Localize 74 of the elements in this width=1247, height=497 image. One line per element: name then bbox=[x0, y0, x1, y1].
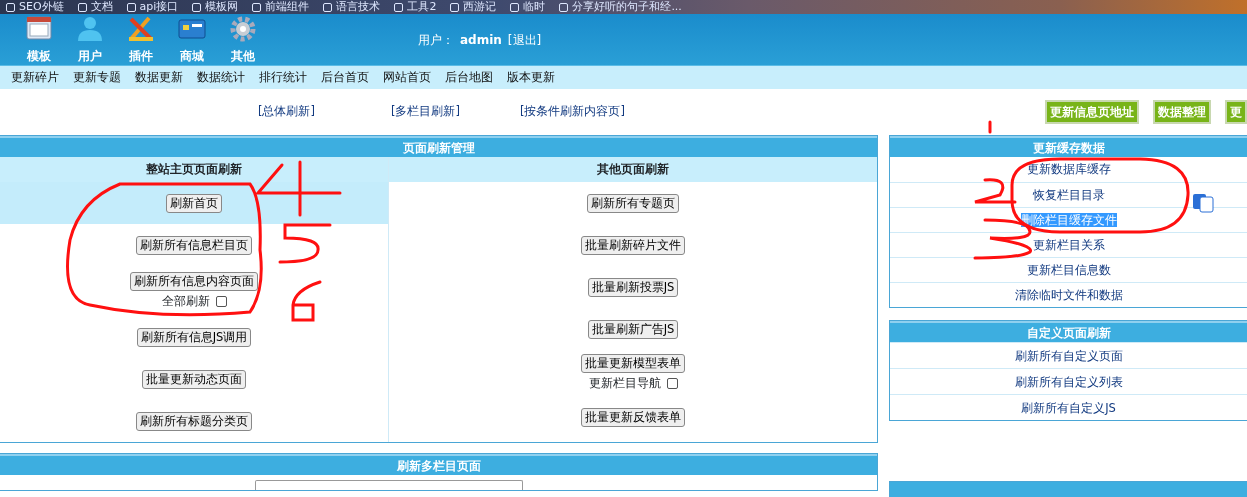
custom-link[interactable]: 刷新所有自定义JS bbox=[1021, 401, 1116, 415]
nav-link[interactable]: 数据更新 bbox=[135, 68, 183, 87]
bookmark-link[interactable]: api接口 bbox=[139, 0, 179, 14]
custom-link[interactable]: 刷新所有自定义列表 bbox=[1014, 375, 1123, 389]
document-pair-icon bbox=[1192, 193, 1214, 213]
bookmark-link[interactable]: 语言技术 bbox=[336, 0, 381, 14]
annotation-mark bbox=[278, 223, 332, 264]
bookmark-icon bbox=[192, 2, 202, 12]
refresh-button[interactable]: 批量刷新投票JS bbox=[587, 277, 679, 297]
nav-link[interactable]: 更新碎片 bbox=[11, 68, 59, 87]
checkbox[interactable] bbox=[215, 296, 227, 307]
nav-link[interactable]: 网站首页 bbox=[383, 68, 431, 87]
bookmark-link[interactable]: 前端组件 bbox=[265, 0, 310, 14]
bookmark-icon bbox=[323, 2, 333, 12]
bookmark-link[interactable]: 西游记 bbox=[463, 0, 497, 14]
nav-link[interactable]: 数据统计 bbox=[197, 68, 245, 87]
quick-link[interactable]: [多栏目刷新] bbox=[391, 103, 460, 121]
bookmark-link[interactable]: 分享好听的句子和经... bbox=[572, 0, 682, 14]
bookmark-link[interactable]: 模板网 bbox=[205, 0, 239, 14]
panel-header: 自定义页面刷新 bbox=[890, 321, 1247, 342]
refresh-button[interactable]: 批量刷新广告JS bbox=[587, 319, 679, 339]
refresh-button[interactable]: 批量更新模型表单 bbox=[581, 353, 685, 373]
refresh-button[interactable]: 批量更新动态页面 bbox=[142, 369, 246, 389]
checkbox[interactable] bbox=[666, 378, 678, 389]
window-icon bbox=[25, 14, 53, 43]
refresh-button[interactable]: 批量刷新碎片文件 bbox=[581, 235, 685, 255]
pencil-ruler-icon bbox=[127, 14, 155, 43]
bookmark-icon bbox=[77, 2, 87, 12]
refresh-button[interactable]: 刷新所有专题页 bbox=[587, 193, 679, 213]
refresh-button[interactable]: 批量更新反馈表单 bbox=[581, 407, 685, 427]
annotation-mark bbox=[973, 178, 1017, 204]
panel-header: 刷新多栏目页面 bbox=[0, 454, 877, 475]
cache-link[interactable]: 清除临时文件和数据 bbox=[1014, 288, 1123, 302]
panel-header: 更新缓存数据 bbox=[890, 136, 1247, 157]
quick-link[interactable]: [按条件刷新内容页] bbox=[519, 103, 625, 121]
bookmark-link[interactable]: 工具2 bbox=[407, 0, 437, 14]
checkbox-label: 全部刷新 bbox=[161, 292, 210, 310]
custom-link[interactable]: 刷新所有自定义页面 bbox=[1014, 349, 1123, 363]
annotation-mark bbox=[988, 120, 992, 134]
bookmark-icon bbox=[510, 2, 520, 12]
bookmark-icon bbox=[126, 2, 136, 12]
username: admin bbox=[460, 31, 502, 49]
bookmark-icon bbox=[394, 2, 404, 12]
bookmark-link[interactable]: 临时 bbox=[523, 0, 546, 14]
bookmark-icon bbox=[252, 2, 262, 12]
refresh-button[interactable]: 刷新所有信息内容页面 bbox=[130, 271, 258, 291]
person-icon bbox=[76, 14, 104, 43]
quick-link[interactable]: [总体刷新] bbox=[258, 103, 315, 121]
nav-link[interactable]: 后台地图 bbox=[445, 68, 493, 87]
nav-link[interactable]: 后台首页 bbox=[321, 68, 369, 87]
cache-link[interactable]: 更新栏目信息数 bbox=[1026, 263, 1111, 277]
nav-link[interactable]: 更新专题 bbox=[73, 68, 121, 87]
user-label: 用户： bbox=[418, 31, 454, 49]
column-heading: 整站主页页面刷新 bbox=[0, 157, 388, 182]
refresh-button[interactable]: 刷新所有信息JS调用 bbox=[136, 327, 252, 347]
panel-header: 页面刷新管理 bbox=[0, 136, 877, 157]
checkbox-label: 更新栏目导航 bbox=[588, 374, 661, 392]
bookmark-icon bbox=[450, 2, 460, 12]
refresh-button[interactable]: 刷新所有标题分类页 bbox=[136, 411, 252, 431]
bookmark-icon bbox=[6, 2, 15, 12]
selected-row[interactable]: 刷新首页 bbox=[0, 182, 388, 224]
cache-link[interactable]: 恢复栏目目录 bbox=[1032, 188, 1105, 202]
column-heading: 其他页面刷新 bbox=[389, 157, 877, 182]
nav-link[interactable]: 排行统计 bbox=[259, 68, 307, 87]
cache-link[interactable]: 更新栏目关系 bbox=[1032, 238, 1105, 252]
annotation-mark bbox=[291, 280, 322, 322]
refresh-button[interactable]: 刷新所有信息栏目页 bbox=[136, 235, 252, 255]
bookmark-link[interactable]: SEO外链 bbox=[19, 0, 64, 14]
bookmark-link[interactable]: 文档 bbox=[90, 0, 113, 14]
cache-link[interactable]: 更新数据库缓存 bbox=[1026, 162, 1111, 176]
gear-icon bbox=[229, 14, 257, 43]
refresh-button[interactable]: 刷新首页 bbox=[166, 193, 222, 213]
bookmark-icon bbox=[559, 2, 569, 12]
nav-link[interactable]: 版本更新 bbox=[507, 68, 555, 87]
